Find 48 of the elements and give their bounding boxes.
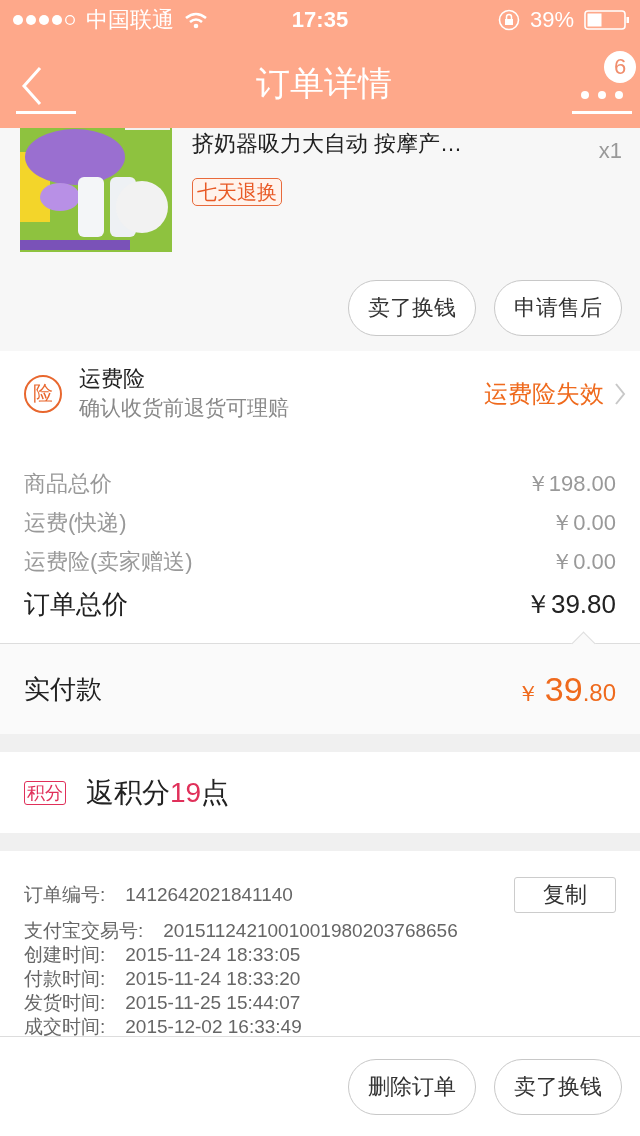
info-value: 1412642021841140 [125, 884, 293, 906]
quantity-label: x1 [598, 138, 622, 164]
battery-icon [584, 10, 630, 30]
product-title: 挤奶器吸力大自动 按摩产… [192, 130, 463, 158]
insurance-icon: 险 [24, 374, 62, 413]
wifi-icon [184, 11, 208, 29]
insurance-description: 确认收货前退货可理赔 [79, 394, 290, 421]
action-button[interactable]: 卖了换钱 [348, 280, 476, 336]
carrier-name: 中国联通 [86, 6, 174, 34]
price-value: ￥0.00 [551, 547, 616, 576]
points-tag: 积分 [24, 780, 66, 805]
info-label: 订单编号: [24, 883, 106, 907]
info-label: 支付宝交易号: [24, 919, 144, 943]
page-title: 订单详情 [256, 63, 392, 104]
price-value: ￥39.80 [524, 587, 616, 621]
price-label: 商品总价 [24, 469, 112, 498]
rotation-lock-icon [497, 9, 520, 31]
chevron-right-icon [614, 381, 626, 406]
info-value: 2015-11-24 18:33:05 [125, 943, 301, 967]
notification-badge: 6 [604, 50, 636, 83]
info-value: 2015112421001001980203768656 [163, 919, 458, 943]
return-policy-tag: 七天退换 [192, 178, 282, 206]
action-button[interactable]: 卖了换钱 [494, 1058, 622, 1115]
clock-time: 17:35 [291, 7, 349, 33]
info-label: 成交时间: [24, 1015, 106, 1036]
price-value: ￥198.00 [526, 469, 616, 498]
price-value: ￥0.00 [551, 508, 616, 537]
price-label: 运费(快递) [24, 508, 127, 537]
info-value: 2015-12-02 16:33:49 [125, 1015, 302, 1036]
action-button[interactable]: 删除订单 [348, 1058, 476, 1115]
action-button[interactable]: 申请售后 [494, 280, 622, 336]
insurance-row[interactable]: 险 运费险 确认收货前退货可理赔 运费险失效 [0, 351, 640, 436]
insurance-title: 运费险 [79, 364, 146, 393]
signal-icon [12, 12, 76, 28]
info-label: 创建时间: [24, 943, 106, 967]
more-icon [572, 90, 632, 114]
copy-button[interactable]: 复制 [514, 877, 616, 913]
battery-percent: 39% [529, 7, 574, 33]
paid-label: 实付款 [24, 672, 102, 706]
info-value: 2015-11-25 15:44:07 [125, 991, 301, 1015]
info-label: 发货时间: [24, 991, 106, 1015]
insurance-status: 运费险失效 [484, 378, 604, 409]
info-value: 2015-11-24 18:33:20 [125, 967, 301, 991]
paid-amount: ￥ 39.80 [516, 669, 616, 709]
info-label: 付款时间: [24, 967, 106, 991]
price-label: 运费险(卖家赠送) [24, 547, 193, 576]
points-text: 返积分19点 [86, 775, 230, 810]
price-label: 订单总价 [24, 587, 128, 621]
